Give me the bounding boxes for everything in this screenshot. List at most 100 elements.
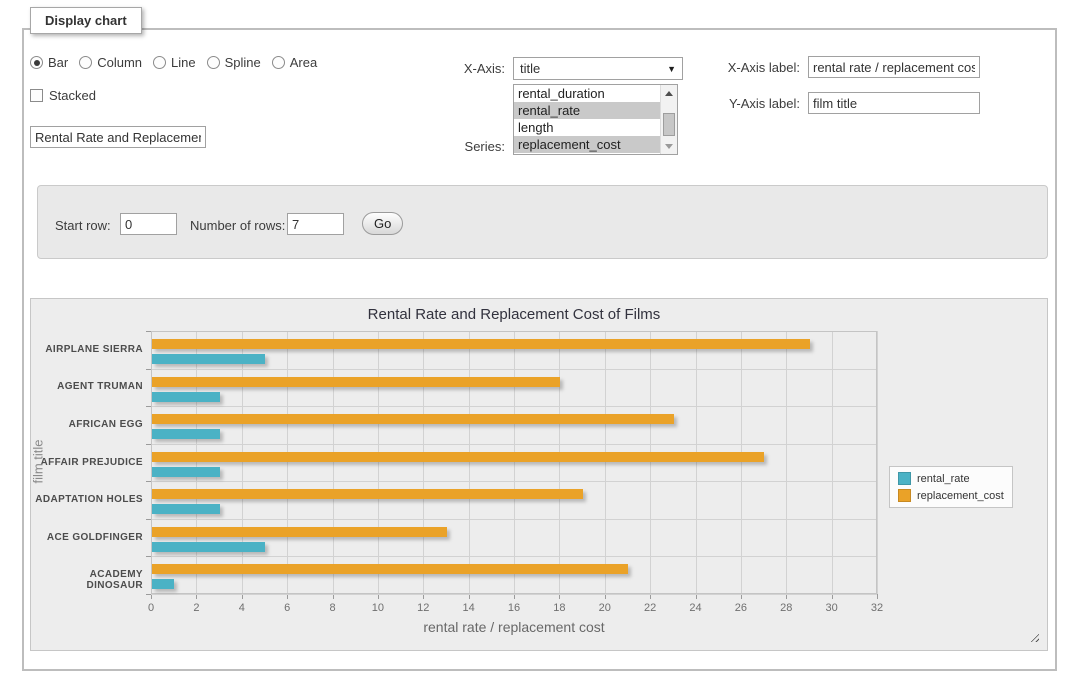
start-row-input[interactable] (120, 213, 177, 235)
x-tick-label: 28 (771, 602, 801, 614)
bar-rental_rate (152, 392, 220, 402)
chart-series-legend: rental_rate replacement_cost (889, 466, 1013, 508)
radio-icon[interactable] (153, 56, 166, 69)
bar-replacement_cost (152, 452, 764, 462)
x-axis-title: rental rate / replacement cost (151, 619, 877, 635)
series-option-replacement_cost[interactable]: replacement_cost (514, 136, 660, 153)
chart-container: Rental Rate and Replacement Cost of Film… (30, 298, 1048, 651)
scrollbar-thumb[interactable] (663, 113, 675, 136)
bar-replacement_cost (152, 489, 583, 499)
bar-replacement_cost (152, 527, 447, 537)
bar-replacement_cost (152, 414, 674, 424)
x-tick-label: 0 (136, 602, 166, 614)
x-gridline (877, 331, 878, 594)
resize-handle[interactable] (1028, 631, 1039, 642)
radio-icon[interactable] (30, 56, 43, 69)
y-gridline (151, 594, 877, 595)
x-axis-label-label: X-Axis label: (700, 60, 800, 75)
x-axis-label-input[interactable] (808, 56, 980, 78)
chart-type-label: Area (290, 55, 317, 70)
series-select[interactable]: rental_durationrental_ratelengthreplacem… (513, 84, 678, 155)
chart-type-label: Spline (225, 55, 261, 70)
bar-replacement_cost (152, 564, 628, 574)
bar-rental_rate (152, 542, 265, 552)
num-rows-input[interactable] (287, 213, 344, 235)
x-axis-select[interactable]: title ▼ (513, 57, 683, 80)
y-axis-label-label: Y-Axis label: (700, 96, 800, 111)
category-label: AFFAIR PREJUDICE (35, 457, 143, 468)
x-tick-label: 26 (726, 602, 756, 614)
chart-type-options: Bar Column Line Spline Area (30, 55, 317, 70)
x-tick-label: 20 (590, 602, 620, 614)
series-option-rental_duration[interactable]: rental_duration (514, 85, 660, 102)
legend-row: rental_rate (898, 472, 1004, 485)
chevron-down-icon: ▼ (667, 64, 676, 74)
plot-border (151, 331, 877, 594)
x-axis-select-label: X-Axis: (430, 61, 505, 76)
x-tick-label: 10 (363, 602, 393, 614)
bar-rental_rate (152, 354, 265, 364)
chart-title-input[interactable] (30, 126, 206, 148)
stacked-checkbox[interactable] (30, 89, 43, 102)
bar-rental_rate (152, 579, 174, 589)
y-tick (146, 594, 151, 595)
chart-type-spline[interactable]: Spline (207, 55, 261, 70)
x-tick-label: 24 (681, 602, 711, 614)
series-options-list: rental_durationrental_ratelengthreplacem… (514, 85, 660, 154)
y-axis-title: film title (31, 401, 46, 521)
x-tick-label: 22 (635, 602, 665, 614)
stacked-option[interactable]: Stacked (30, 88, 96, 103)
x-tick (877, 594, 878, 599)
num-rows-label: Number of rows: (190, 218, 285, 233)
chart-type-area[interactable]: Area (272, 55, 317, 70)
legend-swatch-rental_rate (898, 472, 911, 485)
category-label: AFRICAN EGG (35, 419, 143, 430)
bar-rental_rate (152, 429, 220, 439)
series-option-rental_rate[interactable]: rental_rate (514, 102, 660, 119)
bar-rental_rate (152, 467, 220, 477)
radio-icon[interactable] (272, 56, 285, 69)
chart-title: Rental Rate and Replacement Cost of Film… (151, 306, 877, 323)
legend-swatch-replacement_cost (898, 489, 911, 502)
chart-type-line[interactable]: Line (153, 55, 196, 70)
series-select-label: Series: (430, 139, 505, 154)
legend-label: replacement_cost (917, 490, 1004, 502)
x-tick-label: 18 (544, 602, 574, 614)
x-tick-label: 4 (227, 602, 257, 614)
x-tick-label: 12 (408, 602, 438, 614)
row-range-panel (37, 185, 1048, 259)
stacked-label: Stacked (49, 88, 96, 103)
bar-replacement_cost (152, 339, 810, 349)
x-tick-label: 16 (499, 602, 529, 614)
scroll-down-icon[interactable] (661, 138, 677, 154)
chart-type-column[interactable]: Column (79, 55, 142, 70)
chart-type-label: Line (171, 55, 196, 70)
legend-row: replacement_cost (898, 489, 1004, 502)
category-label: AIRPLANE SIERRA (35, 344, 143, 355)
start-row-label: Start row: (55, 218, 111, 233)
series-select-scrollbar[interactable] (660, 85, 677, 154)
category-label: AGENT TRUMAN (35, 381, 143, 392)
chart-type-label: Column (97, 55, 142, 70)
legend-label: rental_rate (917, 473, 970, 485)
x-tick-label: 14 (454, 602, 484, 614)
go-button[interactable]: Go (362, 212, 403, 235)
fieldset-legend: Display chart (30, 7, 142, 34)
radio-icon[interactable] (207, 56, 220, 69)
chart-type-bar[interactable]: Bar (30, 55, 68, 70)
bar-rental_rate (152, 504, 220, 514)
y-axis-label-input[interactable] (808, 92, 980, 114)
series-option-length[interactable]: length (514, 119, 660, 136)
x-tick-label: 6 (272, 602, 302, 614)
category-label: ACADEMY DINOSAUR (35, 569, 143, 591)
radio-icon[interactable] (79, 56, 92, 69)
x-axis-selected-value: title (520, 61, 540, 76)
x-tick-label: 2 (181, 602, 211, 614)
x-tick-label: 30 (817, 602, 847, 614)
bar-replacement_cost (152, 377, 560, 387)
x-tick-label: 32 (862, 602, 892, 614)
scroll-up-icon[interactable] (661, 85, 677, 101)
x-tick-label: 8 (318, 602, 348, 614)
category-label: ADAPTATION HOLES (35, 494, 143, 505)
category-label: ACE GOLDFINGER (35, 532, 143, 543)
